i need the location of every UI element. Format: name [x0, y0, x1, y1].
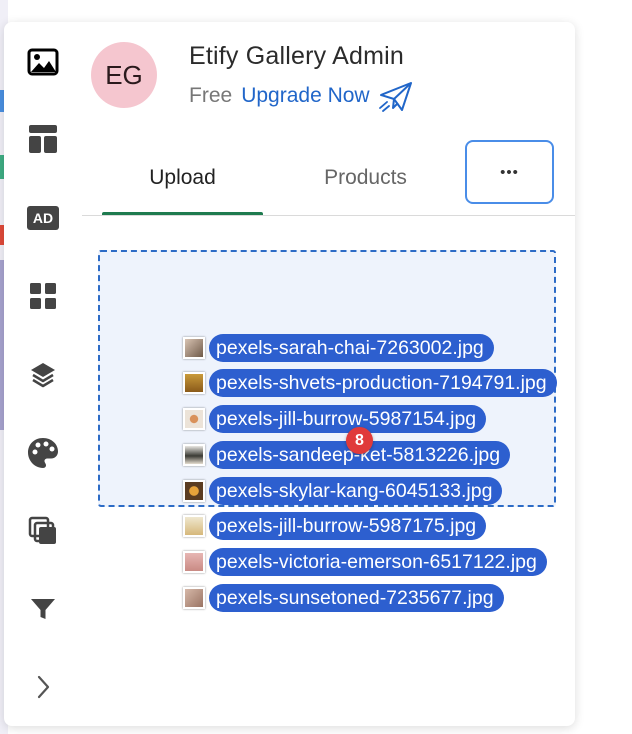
icon-sidebar: AD: [4, 22, 80, 726]
file-name: pexels-sunsetoned-7235677.jpg: [209, 584, 504, 612]
tab-upload[interactable]: Upload: [102, 140, 263, 216]
file-name: pexels-jill-burrow-5987175.jpg: [209, 512, 487, 540]
dragged-file: pexels-sunsetoned-7235677.jpg: [183, 584, 504, 612]
file-thumbnail: [183, 480, 205, 502]
dragged-file: pexels-jill-burrow-5987175.jpg: [183, 512, 487, 540]
dragged-file: pexels-victoria-emerson-6517122.jpg: [183, 548, 547, 576]
template-layout-icon[interactable]: [22, 118, 64, 160]
file-thumbnail: [183, 408, 205, 430]
file-name: pexels-shvets-production-7194791.jpg: [209, 369, 557, 397]
layers-icon[interactable]: [22, 354, 64, 396]
chevron-right-icon[interactable]: [22, 666, 64, 708]
file-thumbnail: [183, 444, 205, 466]
upgrade-link[interactable]: Upgrade Now: [241, 84, 369, 108]
dragged-file: pexels-sarah-chai-7263002.jpg: [183, 334, 494, 362]
dragged-file: pexels-skylar-kang-6045133.jpg: [183, 477, 503, 505]
grid-icon[interactable]: [22, 275, 64, 317]
drag-count-badge: 8: [346, 427, 373, 454]
plan-label: Free: [189, 84, 233, 107]
tab-products[interactable]: Products: [282, 140, 449, 216]
file-thumbnail: [183, 551, 205, 573]
file-thumbnail: [183, 515, 205, 537]
more-options-button[interactable]: •••: [465, 140, 554, 204]
ad-icon[interactable]: AD: [22, 197, 64, 239]
dragged-file: pexels-jill-burrow-5987154.jpg: [183, 405, 487, 433]
file-name: pexels-victoria-emerson-6517122.jpg: [209, 548, 547, 576]
page-title: Etify Gallery Admin: [189, 42, 404, 70]
dragged-file: pexels-shvets-production-7194791.jpg: [183, 369, 557, 397]
paper-plane-icon[interactable]: [378, 80, 414, 112]
tab-divider: [82, 215, 575, 216]
copy-icon[interactable]: [22, 510, 64, 552]
file-thumbnail: [183, 587, 205, 609]
file-name: pexels-sarah-chai-7263002.jpg: [209, 334, 494, 362]
file-name: pexels-jill-burrow-5987154.jpg: [209, 405, 487, 433]
file-thumbnail: [183, 337, 205, 359]
filter-icon[interactable]: [22, 588, 64, 630]
more-icon: •••: [500, 163, 519, 181]
ad-label: AD: [33, 210, 53, 226]
file-thumbnail: [183, 372, 205, 394]
avatar[interactable]: EG: [91, 42, 157, 108]
image-icon[interactable]: [22, 41, 64, 83]
file-name: pexels-skylar-kang-6045133.jpg: [209, 477, 503, 505]
palette-icon[interactable]: [22, 432, 64, 474]
tab-bar: Upload Products •••: [82, 140, 575, 216]
plan-row: Free Upgrade Now: [189, 80, 414, 112]
